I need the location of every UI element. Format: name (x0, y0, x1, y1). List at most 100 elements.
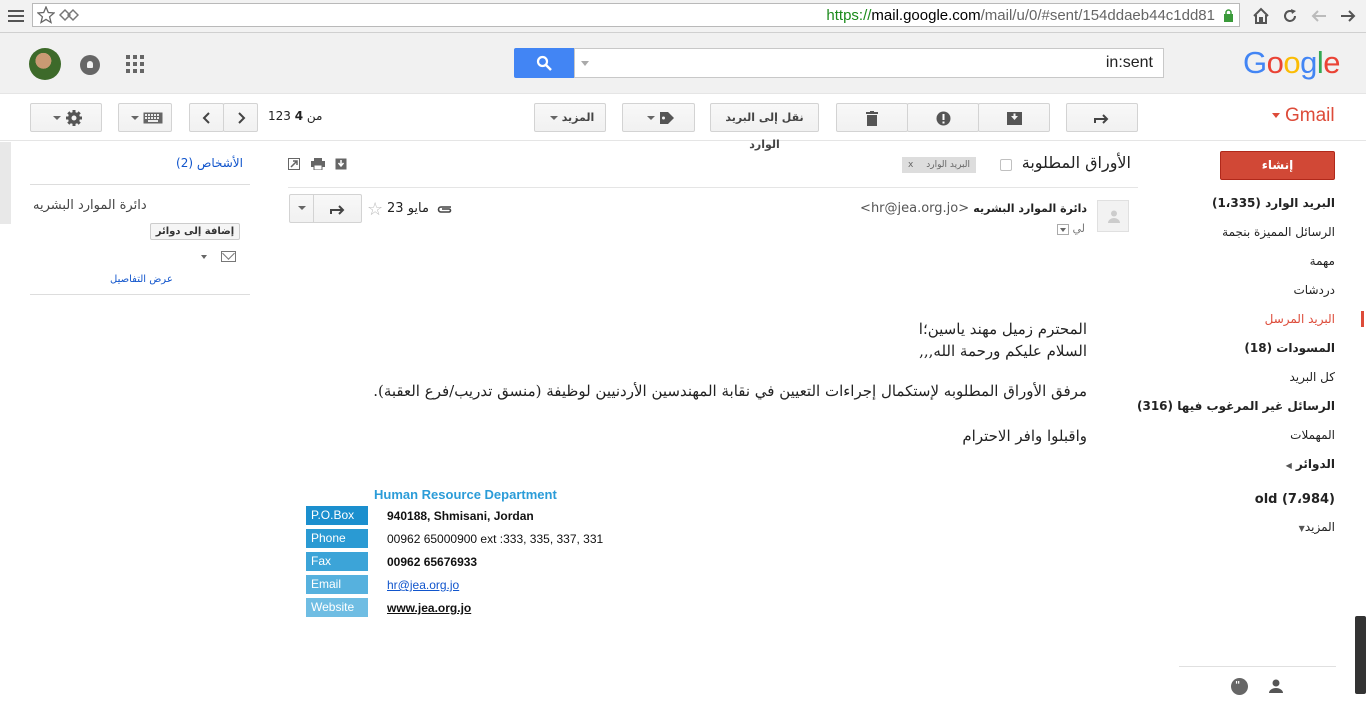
add-to-circles-button[interactable]: إضافة إلى دوائر (150, 223, 240, 240)
show-details-caret[interactable] (1057, 224, 1069, 235)
chevron-right-icon (237, 112, 245, 124)
sender-name[interactable]: دائرة الموارد البشريه (973, 202, 1087, 215)
signature-label: Website (306, 598, 368, 617)
people-link[interactable]: الأشخاص (2) (176, 156, 243, 170)
more-button[interactable]: المزيد (534, 103, 606, 132)
people-divider (30, 184, 250, 185)
nav-all-mail[interactable]: كل البريد (1290, 370, 1336, 384)
nav-starred[interactable]: الرسائل المميزة بنجمة (1222, 225, 1335, 239)
chevron-down-icon[interactable] (201, 255, 207, 259)
menu-icon[interactable] (8, 8, 24, 24)
signature-label: Phone (306, 529, 368, 548)
labels-button[interactable] (622, 103, 695, 132)
gmail-switcher[interactable]: Gmail (1272, 105, 1335, 127)
delete-button[interactable] (836, 103, 908, 132)
inbox-label-tag[interactable]: x البريد الوارد (902, 157, 976, 173)
report-spam-button[interactable] (907, 103, 979, 132)
keyboard-icon (143, 112, 163, 124)
apps-grid-icon[interactable] (126, 55, 144, 73)
nav-chats[interactable]: دردشات (1294, 283, 1336, 297)
avatar[interactable] (29, 48, 61, 80)
back-icon[interactable] (1309, 6, 1329, 26)
home-icon[interactable] (1251, 6, 1271, 26)
archive-icon (1006, 112, 1022, 125)
reply-arrow-icon[interactable] (330, 203, 346, 215)
prev-message-button[interactable] (189, 103, 224, 132)
nav-divider (1179, 666, 1336, 667)
star-icon[interactable]: ☆ (367, 199, 383, 220)
download-icon[interactable] (335, 158, 347, 170)
nav-sent[interactable]: البريد المرسل (1265, 312, 1335, 326)
pager-text: 123 من 4 (268, 109, 323, 123)
nav-label-old[interactable]: old (7،984) (1255, 492, 1335, 507)
extension-icon[interactable] (59, 8, 79, 22)
move-to-inbox-button[interactable]: نقل إلى البريد الوارد (710, 103, 819, 151)
search-button[interactable] (514, 48, 574, 78)
notifications-icon[interactable] (80, 55, 100, 75)
contacts-icon[interactable] (1268, 678, 1284, 694)
forward-icon[interactable] (1338, 6, 1358, 26)
people-divider-bottom (30, 294, 250, 295)
compose-button[interactable]: إنشاء (1220, 151, 1335, 180)
body-line: المحترم زميل مهند ياسين؛ا (918, 320, 1087, 338)
url-text[interactable]: https://mail.google.com/mail/u/0/#sent/1… (826, 7, 1215, 24)
trash-icon (866, 110, 878, 126)
forward-arrow-icon (1094, 114, 1109, 124)
lock-icon (1224, 9, 1233, 22)
signature-value: 00962 65000900 ext :333, 335, 337, 331 (387, 532, 604, 546)
nav-spam[interactable]: الرسائل غير المرغوب فيها (316) (1137, 399, 1335, 413)
print-icon[interactable] (311, 158, 325, 170)
search-input[interactable] (575, 49, 1163, 77)
sender-line[interactable]: دائرة الموارد البشريه <hr@jea.org.jo> (860, 201, 1087, 216)
nav-more[interactable]: ▼المزيد (1299, 520, 1335, 534)
reload-icon[interactable] (1280, 6, 1300, 26)
attachment-icon (437, 206, 452, 213)
browser-toolbar: https://mail.google.com/mail/u/0/#sent/1… (0, 0, 1366, 33)
body-line: مرفق الأوراق المطلوبه لإستكمال إجراءات ا… (373, 382, 1087, 400)
input-tools-button[interactable] (118, 103, 172, 132)
nav-important[interactable]: مهمة (1310, 254, 1335, 268)
signature-label: P.O.Box (306, 506, 368, 525)
view-details-link[interactable]: عرض التفاصيل (110, 274, 173, 285)
signature-website-link[interactable]: www.jea.org.jo (387, 601, 471, 615)
message-toolbar: 123 من 4 المزيد نقل إلى البريد الوارد Gm… (0, 95, 1366, 151)
signature-email-link[interactable]: hr@jea.org.jo (387, 578, 459, 592)
search-field[interactable] (574, 48, 1164, 78)
label-icon (659, 112, 674, 124)
nav-circles[interactable]: ◀ الدوائر (1286, 457, 1335, 471)
expand-arrow-icon: ◀ (1285, 461, 1292, 470)
signature-label: Email (306, 575, 368, 594)
message-subject: الأوراق المطلوبة (1021, 153, 1131, 172)
new-window-icon[interactable] (288, 158, 300, 170)
left-scrollbar[interactable] (0, 142, 11, 224)
sender-avatar[interactable] (1097, 200, 1129, 232)
more-actions-caret[interactable] (298, 206, 306, 210)
message-date: 23 مايو (387, 201, 429, 216)
chevron-left-icon (202, 112, 210, 124)
hangouts-icon[interactable]: " (1231, 678, 1248, 695)
remove-label-icon[interactable]: x (908, 157, 913, 173)
envelope-icon[interactable] (221, 251, 236, 262)
settings-button[interactable] (30, 103, 102, 132)
gear-icon (66, 110, 82, 126)
important-marker[interactable] (1000, 159, 1012, 171)
bookmark-star-icon[interactable] (37, 6, 55, 24)
body-line: السلام عليكم ورحمة الله,,, (919, 342, 1087, 360)
reply-button-group[interactable] (289, 194, 362, 223)
forward-button[interactable] (1066, 103, 1138, 132)
sender-email: <hr@jea.org.jo> (860, 201, 970, 216)
address-bar[interactable]: https://mail.google.com/mail/u/0/#sent/1… (32, 3, 1240, 27)
signature-title: Human Resource Department (374, 487, 557, 502)
search-options-caret[interactable] (581, 61, 589, 66)
spam-icon (936, 111, 950, 125)
nav-drafts[interactable]: المسودات (18) (1244, 341, 1335, 355)
person-placeholder-icon (1108, 210, 1120, 223)
search-icon (536, 55, 552, 71)
archive-button[interactable] (978, 103, 1050, 132)
side-scroll-handle[interactable] (1355, 616, 1366, 694)
nav-inbox[interactable]: البريد الوارد (1،335) (1212, 196, 1335, 210)
nav-trash[interactable]: المهملات (1290, 428, 1335, 442)
nav-active-indicator (1361, 311, 1364, 327)
next-message-button[interactable] (223, 103, 258, 132)
google-logo[interactable]: Google (1243, 45, 1341, 81)
